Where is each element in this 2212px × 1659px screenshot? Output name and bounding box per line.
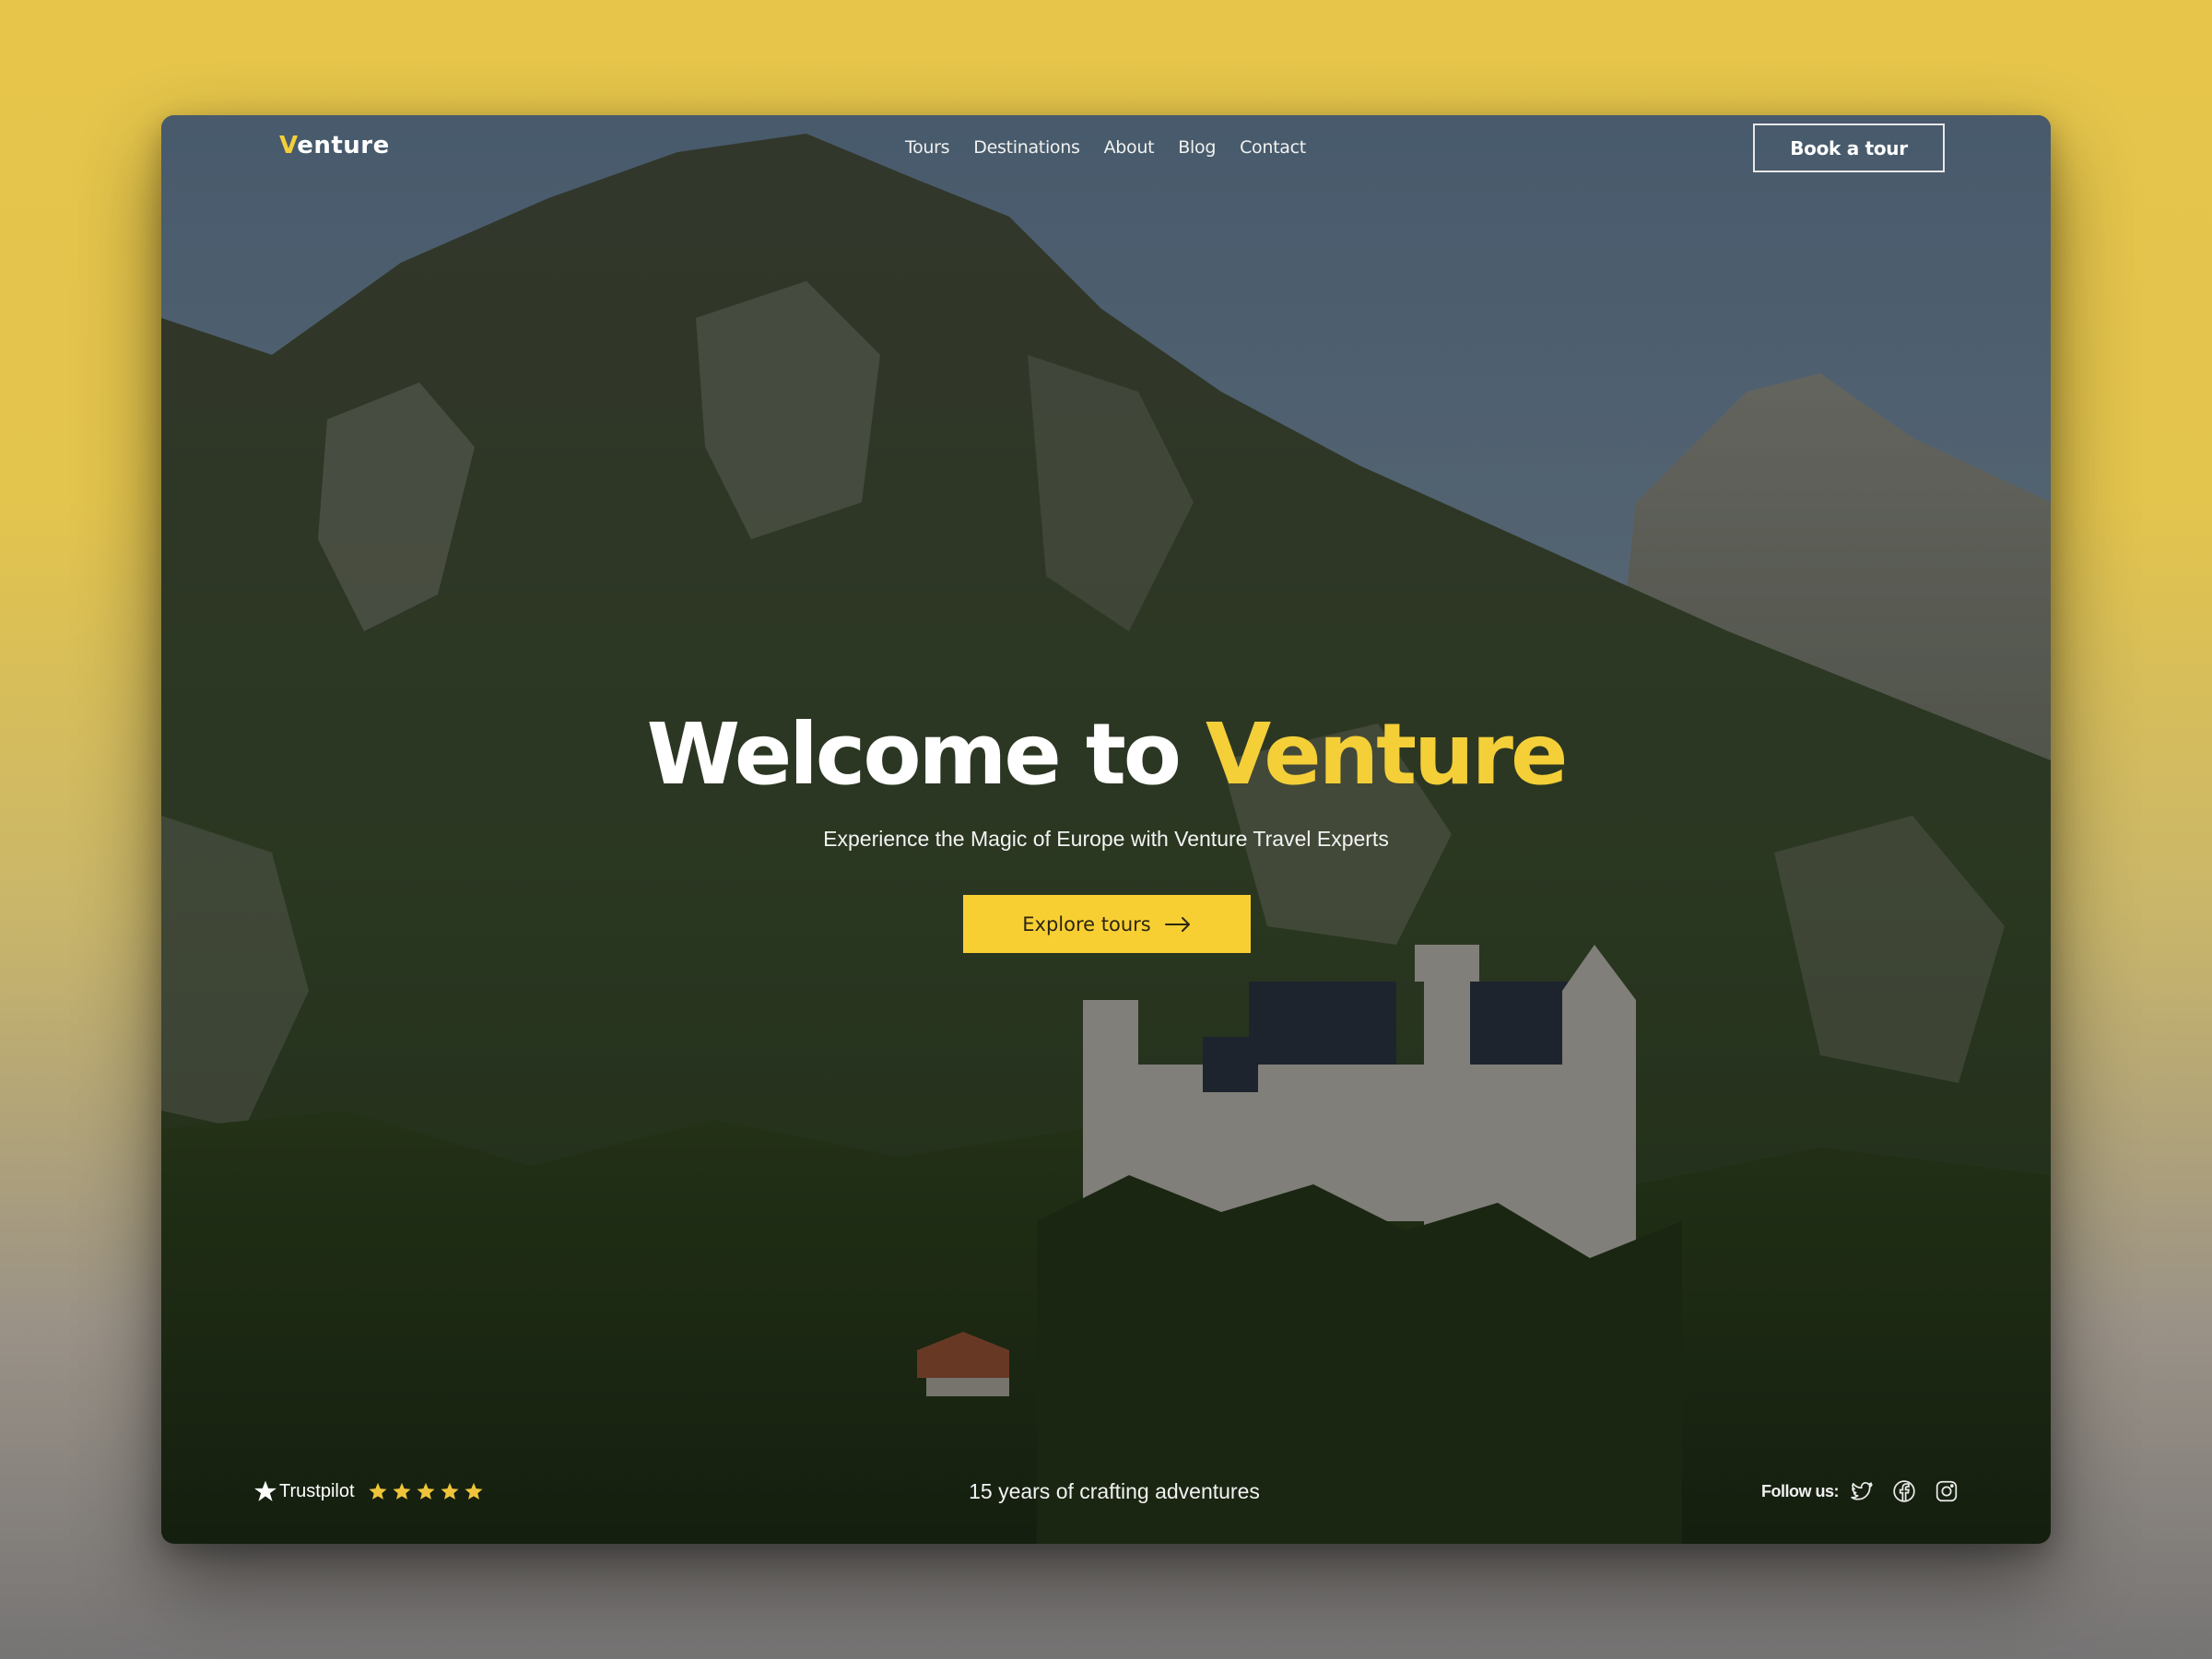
facebook-icon[interactable] [1892,1479,1916,1503]
hero-title: Welcome to Venture [161,705,2051,804]
browser-frame: Venture Tours Destinations About Blog Co… [161,115,2051,1544]
book-tour-button[interactable]: Book a tour [1753,124,1945,172]
logo-initial: V [279,132,298,159]
nav-destinations[interactable]: Destinations [973,137,1080,158]
explore-tours-button[interactable]: Explore tours [963,895,1251,953]
arrow-right-icon [1164,916,1190,932]
explore-tours-label: Explore tours [1022,912,1151,935]
nav-tours[interactable]: Tours [905,137,950,158]
navbar: Venture Tours Destinations About Blog Co… [161,115,2051,180]
logo[interactable]: Venture [279,132,390,159]
logo-text: enture [297,132,390,159]
hero-title-highlight: Venture [1206,705,1568,804]
social-links: Follow us: [1761,1479,1959,1503]
twitter-icon[interactable] [1850,1479,1874,1503]
nav-about[interactable]: About [1104,137,1155,158]
instagram-icon[interactable] [1935,1479,1959,1503]
nav-contact[interactable]: Contact [1240,137,1306,158]
hero-title-prefix: Welcome to [646,705,1206,804]
follow-us-label: Follow us: [1761,1481,1840,1500]
hero-subtitle: Experience the Magic of Europe with Vent… [823,827,1389,851]
hero-footer: Trustpilot 15 years of crafting adventur… [161,1470,2051,1544]
nav-blog[interactable]: Blog [1178,137,1216,158]
main-menu: Tours Destinations About Blog Contact [905,137,1330,158]
